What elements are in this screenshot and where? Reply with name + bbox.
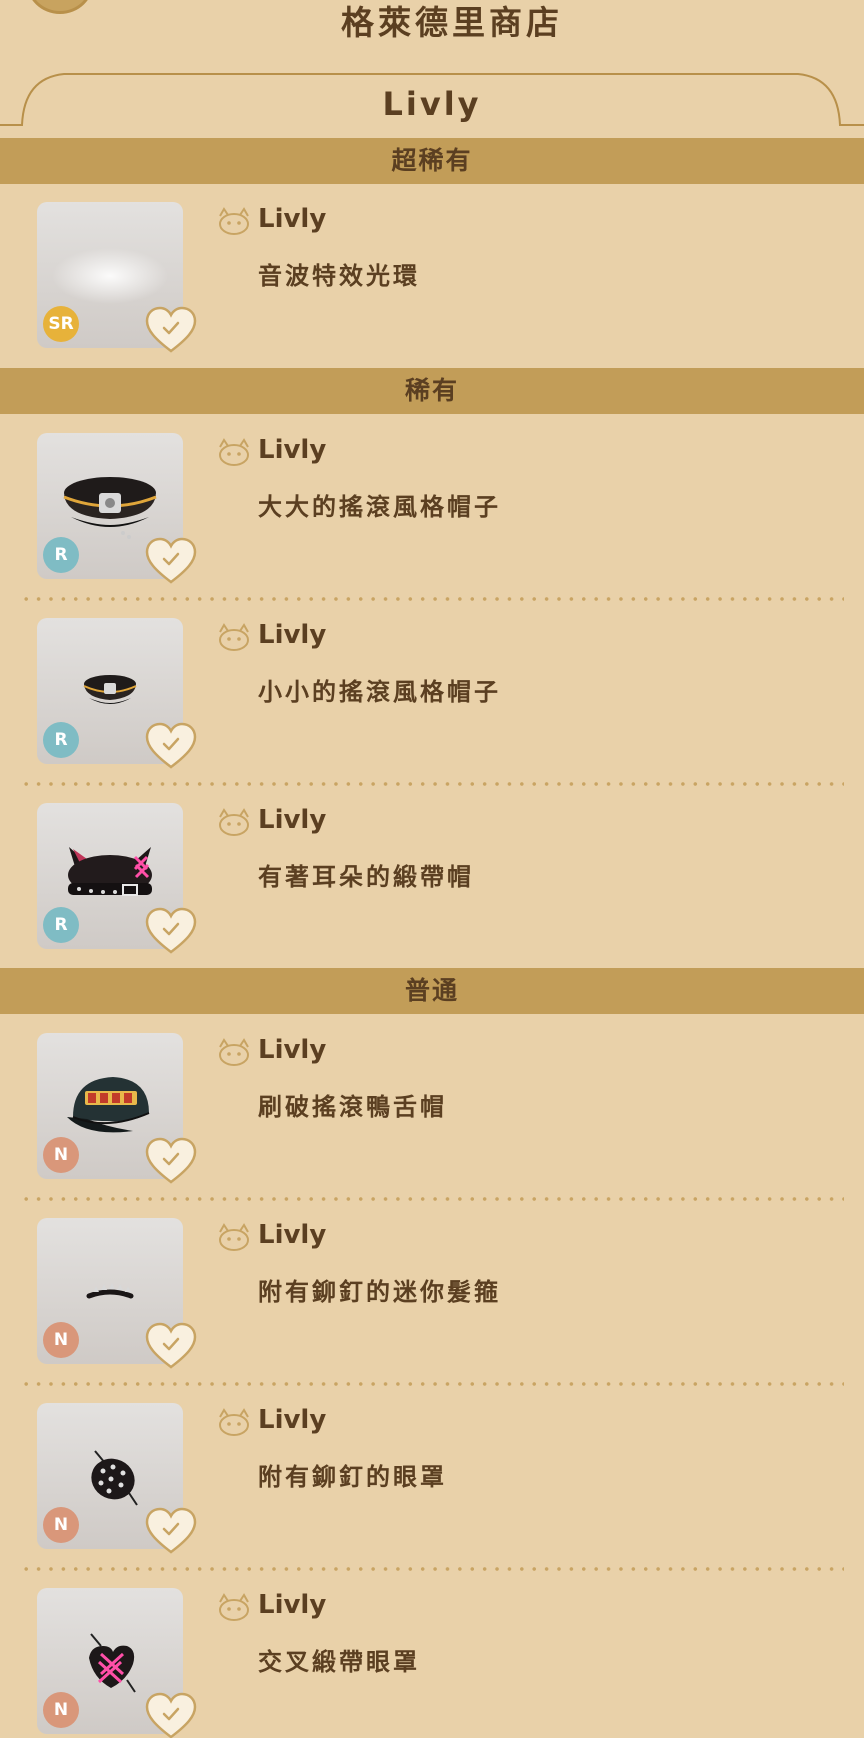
- item-thumbnail: R: [37, 803, 197, 954]
- item-name: 附有鉚釘的眼罩: [258, 1463, 447, 1491]
- item-brand: Livly: [258, 1590, 327, 1620]
- item-divider: [20, 1382, 844, 1386]
- item-brand: Livly: [258, 1220, 327, 1250]
- item-name: 有著耳朵的緞帶帽: [258, 863, 474, 891]
- item-brand: Livly: [258, 435, 327, 465]
- item-thumbnail: SR: [37, 202, 197, 353]
- livly-brand-icon: [219, 808, 249, 836]
- item-brand: Livly: [258, 620, 327, 650]
- tab-livly[interactable]: Livly: [0, 80, 864, 128]
- livly-brand-icon: [219, 1593, 249, 1621]
- rarity-badge: N: [43, 1322, 79, 1358]
- list-item[interactable]: R Livly 大大的搖滾風格帽子: [0, 433, 864, 584]
- item-brand: Livly: [258, 204, 327, 234]
- favorite-heart-icon[interactable]: [145, 1507, 197, 1555]
- favorite-heart-icon[interactable]: [145, 907, 197, 955]
- list-item[interactable]: N Livly 附有鉚釘的迷你髮箍: [0, 1218, 864, 1369]
- rarity-badge: R: [43, 537, 79, 573]
- list-item[interactable]: R Livly 有著耳朵的緞帶帽: [0, 803, 864, 954]
- item-name: 大大的搖滾風格帽子: [258, 493, 501, 521]
- item-name: 音波特效光環: [258, 262, 420, 290]
- favorite-heart-icon[interactable]: [145, 537, 197, 585]
- rarity-badge: R: [43, 722, 79, 758]
- shop-title: 格萊德里商店: [341, 3, 563, 42]
- livly-brand-icon: [219, 1223, 249, 1251]
- item-thumbnail: N: [37, 1588, 197, 1738]
- item-name: 附有鉚釘的迷你髮箍: [258, 1278, 501, 1306]
- item-divider: [20, 782, 844, 786]
- item-brand: Livly: [258, 1405, 327, 1435]
- item-thumbnail: N: [37, 1218, 197, 1369]
- livly-brand-icon: [219, 207, 249, 235]
- list-item[interactable]: N Livly 交叉緞帶眼罩: [0, 1588, 864, 1738]
- livly-brand-icon: [219, 1038, 249, 1066]
- section-header-rare: 稀有: [0, 368, 864, 414]
- favorite-heart-icon[interactable]: [145, 1322, 197, 1370]
- rarity-badge: N: [43, 1137, 79, 1173]
- item-brand: Livly: [258, 1035, 327, 1065]
- rarity-badge: R: [43, 907, 79, 943]
- livly-brand-icon: [219, 438, 249, 466]
- item-name: 小小的搖滾風格帽子: [258, 678, 501, 706]
- favorite-heart-icon[interactable]: [145, 1692, 197, 1738]
- item-brand: Livly: [258, 805, 327, 835]
- rarity-badge: N: [43, 1507, 79, 1543]
- section-header-common: 普通: [0, 968, 864, 1014]
- item-thumbnail: R: [37, 618, 197, 769]
- favorite-heart-icon[interactable]: [145, 306, 197, 354]
- livly-brand-icon: [219, 1408, 249, 1436]
- item-thumbnail: R: [37, 433, 197, 584]
- item-name: 刷破搖滾鴨舌帽: [258, 1093, 447, 1121]
- item-divider: [20, 597, 844, 601]
- list-item[interactable]: SR Livly 音波特效光環: [0, 202, 864, 353]
- item-divider: [20, 1197, 844, 1201]
- item-divider: [20, 1567, 844, 1571]
- list-item[interactable]: R Livly 小小的搖滾風格帽子: [0, 618, 864, 769]
- section-header-super-rare: 超稀有: [0, 138, 864, 184]
- item-name: 交叉緞帶眼罩: [258, 1648, 420, 1676]
- item-thumbnail: N: [37, 1033, 197, 1184]
- rarity-badge: N: [43, 1692, 79, 1728]
- favorite-heart-icon[interactable]: [145, 722, 197, 770]
- livly-brand-icon: [219, 623, 249, 651]
- list-item[interactable]: N Livly 刷破搖滾鴨舌帽: [0, 1033, 864, 1184]
- rarity-badge: SR: [43, 306, 79, 342]
- list-item[interactable]: N Livly 附有鉚釘的眼罩: [0, 1403, 864, 1554]
- favorite-heart-icon[interactable]: [145, 1137, 197, 1185]
- item-thumbnail: N: [37, 1403, 197, 1554]
